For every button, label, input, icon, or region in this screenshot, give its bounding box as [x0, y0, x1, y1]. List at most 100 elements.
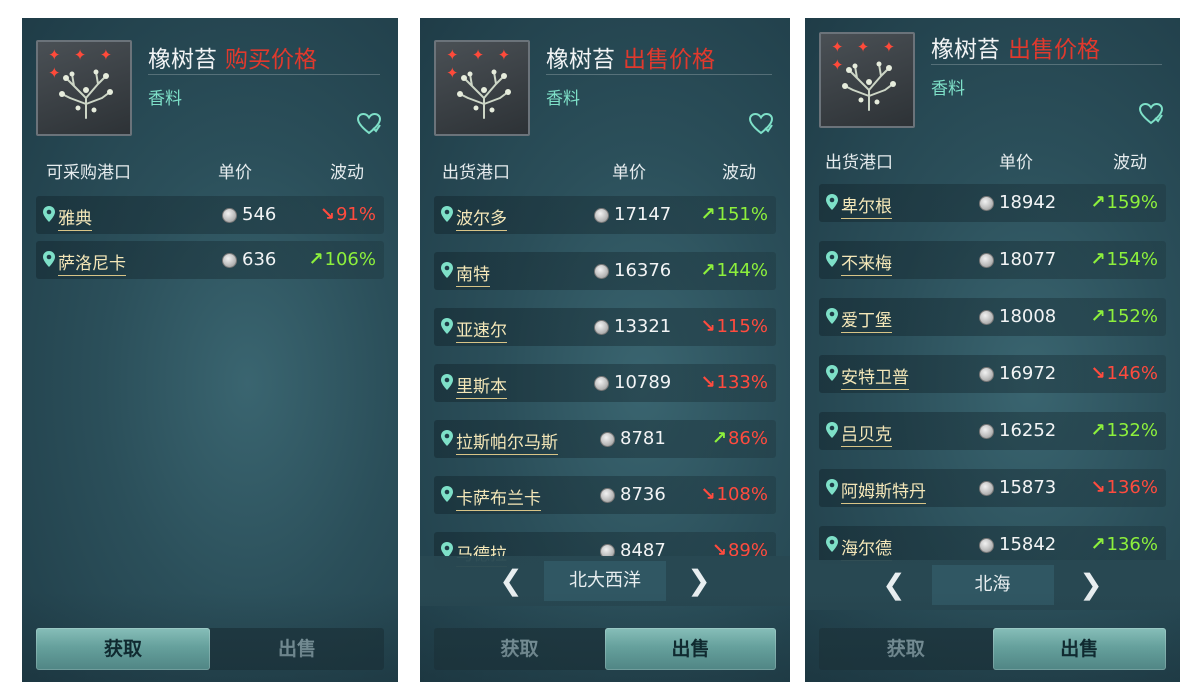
tab-acquire[interactable]: 获取	[434, 628, 605, 670]
location-pin-icon	[441, 374, 453, 390]
table-row[interactable]: 亚速尔 13321 ↘115%	[434, 308, 776, 346]
silver-coin-icon	[600, 432, 615, 447]
trend-value: ↘136%	[1090, 477, 1158, 498]
tab-acquire[interactable]: 获取	[819, 628, 993, 670]
trend-value: ↗154%	[1090, 249, 1158, 270]
unit-price: 10789	[614, 372, 672, 393]
tab-sell[interactable]: 出售	[605, 628, 776, 670]
port-link[interactable]: 波尔多	[456, 204, 507, 231]
oakmoss-icon	[842, 61, 896, 111]
trend-down-arrow-icon: ↘	[319, 204, 335, 225]
location-pin-icon	[826, 194, 838, 210]
location-pin-icon	[826, 308, 838, 324]
unit-price: 15842	[999, 534, 1057, 555]
silver-coin-icon	[600, 488, 615, 503]
trade-panel-sell: ✦ ✦ ✦ ✦ 橡树苔 出售价格 香料 出货港口 单价 波动 波尔多 17147 …	[420, 18, 790, 682]
port-link[interactable]: 里斯本	[456, 372, 507, 399]
port-link[interactable]: 萨洛尼卡	[58, 249, 126, 276]
port-link[interactable]: 阿姆斯特丹	[841, 477, 926, 504]
item-name: 橡树苔	[931, 37, 1000, 63]
unit-price: 546	[242, 204, 277, 225]
item-category: 香料	[148, 89, 182, 109]
port-list: 雅典 546 ↘91% 萨洛尼卡 636 ↗106%	[22, 190, 398, 682]
port-link[interactable]: 吕贝克	[841, 420, 892, 447]
title-divider	[931, 64, 1162, 65]
chevron-right-icon[interactable]: ❯	[684, 565, 714, 597]
port-link[interactable]: 安特卫普	[841, 363, 909, 390]
table-row[interactable]: 吕贝克 16252 ↗132%	[819, 412, 1166, 450]
location-pin-icon	[826, 479, 838, 495]
favorite-heart-icon[interactable]	[748, 112, 774, 136]
port-link[interactable]: 亚速尔	[456, 316, 507, 343]
table-row[interactable]: 里斯本 10789 ↘133%	[434, 364, 776, 402]
table-row[interactable]: 拉斯帕尔马斯 8781 ↗86%	[434, 420, 776, 458]
chevron-left-icon[interactable]: ❮	[496, 565, 526, 597]
location-pin-icon	[441, 486, 453, 502]
item-title: 橡树苔 出售价格	[546, 40, 715, 74]
trend-up-arrow-icon: ↗	[700, 204, 716, 225]
table-row[interactable]: 阿姆斯特丹 15873 ↘136%	[819, 469, 1166, 507]
tab-sell[interactable]: 出售	[210, 628, 384, 670]
trend-up-arrow-icon: ↗	[711, 428, 727, 449]
chevron-right-icon[interactable]: ❯	[1076, 569, 1106, 601]
trend-value: ↘115%	[700, 316, 768, 337]
item-category: 香料	[546, 89, 580, 109]
column-header-port: 出货港口	[442, 163, 510, 183]
port-link[interactable]: 海尔德	[841, 534, 892, 561]
trend-value: ↗106%	[308, 249, 376, 270]
item-title: 橡树苔 出售价格	[931, 30, 1100, 64]
trend-up-arrow-icon: ↗	[1090, 420, 1106, 441]
port-list: 波尔多 17147 ↗151% 南特 16376 ↗144% 亚速尔 13321…	[420, 190, 790, 682]
port-link[interactable]: 雅典	[58, 204, 92, 231]
table-row[interactable]: 雅典 546 ↘91%	[36, 196, 384, 234]
unit-price: 15873	[999, 477, 1057, 498]
trend-up-arrow-icon: ↗	[1090, 306, 1106, 327]
item-category: 香料	[931, 79, 965, 99]
title-divider	[546, 74, 772, 75]
price-kind-label: 出售价格	[1008, 37, 1100, 63]
price-kind-label: 出售价格	[623, 47, 715, 73]
region-selector: ❮ 北海 ❯	[805, 560, 1180, 610]
tab-acquire[interactable]: 获取	[36, 628, 210, 670]
location-pin-icon	[441, 206, 453, 222]
favorite-heart-icon[interactable]	[356, 112, 382, 136]
column-header-trend: 波动	[722, 163, 756, 183]
trade-panel-sell: ✦ ✦ ✦ ✦ 橡树苔 出售价格 香料 出货港口 单价 波动 卑尔根 18942 …	[805, 18, 1180, 682]
location-pin-icon	[43, 251, 55, 267]
chevron-left-icon[interactable]: ❮	[879, 569, 909, 601]
trend-down-arrow-icon: ↘	[700, 484, 716, 505]
table-row[interactable]: 卡萨布兰卡 8736 ↘108%	[434, 476, 776, 514]
table-row[interactable]: 南特 16376 ↗144%	[434, 252, 776, 290]
table-row[interactable]: 海尔德 15842 ↗136%	[819, 526, 1166, 564]
trend-up-arrow-icon: ↗	[1090, 534, 1106, 555]
unit-price: 636	[242, 249, 277, 270]
port-link[interactable]: 拉斯帕尔马斯	[456, 428, 558, 455]
trend-down-arrow-icon: ↘	[700, 316, 716, 337]
location-pin-icon	[826, 536, 838, 552]
column-header-price: 单价	[999, 153, 1033, 173]
table-row[interactable]: 波尔多 17147 ↗151%	[434, 196, 776, 234]
table-row[interactable]: 爱丁堡 18008 ↗152%	[819, 298, 1166, 336]
port-link[interactable]: 不来梅	[841, 249, 892, 276]
item-title: 橡树苔 购买价格	[148, 40, 317, 74]
favorite-heart-icon[interactable]	[1138, 102, 1164, 126]
column-header-port: 出货港口	[825, 153, 893, 173]
unit-price: 17147	[614, 204, 672, 225]
trend-up-arrow-icon: ↗	[1090, 249, 1106, 270]
port-link[interactable]: 卑尔根	[841, 192, 892, 219]
tab-sell[interactable]: 出售	[992, 628, 1166, 670]
trend-value: ↗132%	[1090, 420, 1158, 441]
table-row[interactable]: 萨洛尼卡 636 ↗106%	[36, 241, 384, 279]
table-row[interactable]: 安特卫普 16972 ↘146%	[819, 355, 1166, 393]
trend-down-arrow-icon: ↘	[1090, 363, 1106, 384]
port-link[interactable]: 爱丁堡	[841, 306, 892, 333]
port-link[interactable]: 卡萨布兰卡	[456, 484, 541, 511]
table-row[interactable]: 不来梅 18077 ↗154%	[819, 241, 1166, 279]
item-thumbnail: ✦ ✦ ✦ ✦	[36, 40, 132, 136]
unit-price: 18077	[999, 249, 1057, 270]
column-header-price: 单价	[612, 163, 646, 183]
trend-down-arrow-icon: ↘	[700, 372, 716, 393]
column-header-trend: 波动	[330, 163, 364, 183]
port-link[interactable]: 南特	[456, 260, 490, 287]
table-row[interactable]: 卑尔根 18942 ↗159%	[819, 184, 1166, 222]
